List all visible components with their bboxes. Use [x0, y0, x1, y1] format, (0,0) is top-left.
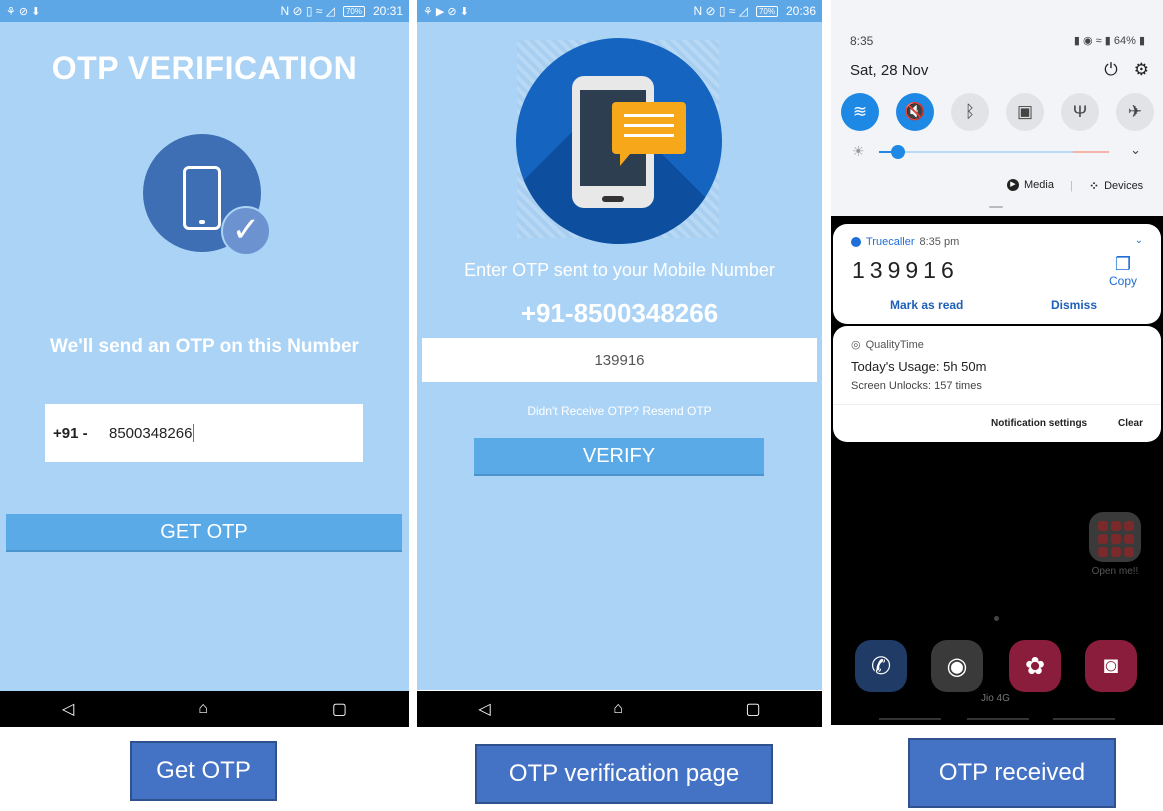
gallery-app-icon[interactable]: ✿ — [1009, 640, 1061, 692]
usage-text: Today's Usage: 5h 50m — [851, 359, 987, 374]
phone-number-value: 8500348266 — [109, 424, 193, 442]
truecaller-icon — [851, 237, 861, 247]
status-right-icons: N ⊘ ▯ ≈ ◿ — [693, 4, 748, 18]
flashlight-toggle-icon[interactable]: Ψ — [1061, 93, 1099, 131]
status-bar: ⚘ ⊘ ⬇ N ⊘ ▯ ≈ ◿ 70% 20:31 — [0, 0, 409, 22]
carrier-label: Jio 4G — [981, 693, 1010, 704]
mute-toggle-icon[interactable]: 🔇 — [896, 93, 934, 131]
instruction-text: We'll send an OTP on this Number — [50, 336, 359, 357]
checkmark-icon: ✓ — [221, 206, 271, 256]
camera-app-icon[interactable]: ◙ — [1085, 640, 1137, 692]
qualitytime-icon: ◎ — [851, 339, 861, 351]
app-folder-icon[interactable] — [1089, 512, 1141, 562]
status-right-icons: N ⊘ ▯ ≈ ◿ — [280, 4, 335, 18]
caption-otp-verification: OTP verification page — [475, 744, 773, 804]
smartphone-icon — [183, 166, 221, 230]
phone-number-input[interactable]: +91 - 8500348266 — [45, 404, 363, 462]
devices-label: Devices — [1104, 180, 1144, 192]
otp-verification-screen: ⚘ ▶ ⊘ ⬇ N ⊘ ▯ ≈ ◿ 70% 20:36 Enter OTP se… — [417, 0, 822, 727]
phone-app-icon[interactable]: ✆ — [855, 640, 907, 692]
clear-button[interactable]: Clear — [1118, 418, 1143, 429]
divider — [833, 404, 1161, 405]
page-title: OTP VERIFICATION — [51, 50, 358, 86]
power-icon[interactable]: ⏻ — [1104, 60, 1117, 80]
nav-bar: ◁ ⌂ ▢ — [0, 691, 409, 727]
otp-input[interactable]: 139916 — [422, 338, 817, 382]
gesture-bar — [967, 718, 1029, 720]
bluetooth-toggle-icon[interactable]: ᛒ — [951, 93, 989, 131]
quick-settings-panel: 8:35 ▮ ◉ ≈ ▮ 64% ▮ Sat, 28 Nov ⏻ ⚙ ≋ 🔇 ᛒ… — [831, 0, 1163, 216]
page-indicator — [994, 616, 999, 621]
truecaller-notification[interactable]: Truecaller 8:35 pm ⌄ 139916 ❐ Copy Mark … — [833, 224, 1161, 324]
home-icon[interactable]: ⌂ — [198, 700, 208, 718]
battery-icon: 70% — [342, 5, 365, 17]
status-time: 20:36 — [785, 4, 816, 18]
drag-handle[interactable] — [989, 206, 1003, 208]
nav-bar: ◁ ⌂ ▢ — [417, 691, 822, 727]
verify-button[interactable]: VERIFY — [474, 438, 764, 476]
copy-icon: ❐ — [1114, 254, 1132, 274]
qualitytime-notification[interactable]: ◎ QualityTime Today's Usage: 5h 50m Scre… — [833, 326, 1161, 442]
notification-time: 8:35 pm — [919, 236, 960, 248]
notification-app-name: QualityTime — [865, 338, 924, 351]
status-left-icons: ⚘ ⊘ ⬇ — [6, 5, 41, 18]
unlocks-text: Screen Unlocks: 157 times — [851, 380, 982, 392]
chevron-down-icon[interactable]: ⌄ — [1135, 235, 1143, 246]
instruction-text: Enter OTP sent to your Mobile Number — [464, 260, 775, 280]
back-icon[interactable]: ◁ — [62, 699, 74, 719]
play-icon: ▶ — [1007, 179, 1019, 191]
status-bar: ⚘ ▶ ⊘ ⬇ N ⊘ ▯ ≈ ◿ 70% 20:36 — [417, 0, 822, 22]
separator: | — [1070, 180, 1073, 192]
home-icon[interactable]: ⌂ — [613, 700, 623, 718]
message-bubble-icon — [612, 102, 686, 166]
battery-percent: 64% — [1113, 35, 1136, 47]
battery-icon: 70% — [755, 5, 778, 17]
chevron-down-icon[interactable]: ⌄ — [1130, 142, 1141, 158]
airplane-toggle-icon[interactable]: ✈ — [1116, 93, 1154, 131]
mark-as-read-button[interactable]: Mark as read — [890, 298, 963, 312]
text-cursor — [193, 424, 195, 442]
copy-button[interactable]: ❐ Copy — [1109, 254, 1137, 288]
gesture-bar — [879, 718, 941, 720]
status-time: 8:35 — [850, 34, 874, 48]
folder-label: Open me!! — [1091, 566, 1139, 577]
devices-grid-icon: ⁘ — [1089, 179, 1100, 193]
media-button[interactable]: ▶ Media — [1007, 179, 1054, 191]
country-code: +91 - — [53, 424, 88, 442]
devices-button[interactable]: ⁘ Devices — [1089, 179, 1143, 193]
notification-settings-button[interactable]: Notification settings — [991, 418, 1087, 429]
status-time: 20:31 — [372, 4, 403, 18]
rotate-toggle-icon[interactable]: ▣ — [1006, 93, 1044, 131]
gear-icon[interactable]: ⚙ — [1134, 60, 1149, 80]
phone-number-display: +91-8500348266 — [520, 298, 719, 328]
date: Sat, 28 Nov — [850, 62, 929, 79]
caption-get-otp: Get OTP — [130, 741, 277, 801]
otp-code: 139916 — [852, 257, 959, 283]
status-left-icons: ⚘ ▶ ⊘ ⬇ — [423, 5, 469, 18]
notification-app-name: Truecaller — [866, 236, 915, 248]
gesture-bar — [1053, 718, 1115, 720]
get-otp-button[interactable]: GET OTP — [6, 514, 402, 552]
wifi-toggle-icon[interactable]: ≋ — [841, 93, 879, 131]
status-right: ▮ ◉ ≈ ▮ 64% ▮ — [1073, 35, 1145, 47]
media-label: Media — [1024, 179, 1054, 191]
recents-icon[interactable]: ▢ — [332, 699, 347, 719]
brightness-slider[interactable] — [879, 145, 1109, 159]
dismiss-button[interactable]: Dismiss — [1051, 298, 1097, 312]
resend-otp-link[interactable]: Didn't Receive OTP? Resend OTP — [417, 404, 822, 418]
copy-label: Copy — [1108, 274, 1137, 288]
recents-icon[interactable]: ▢ — [746, 699, 761, 719]
chrome-app-icon[interactable]: ◉ — [931, 640, 983, 692]
caption-otp-received: OTP received — [908, 738, 1116, 808]
back-icon[interactable]: ◁ — [478, 699, 490, 719]
notification-shade-screen: 8:35 ▮ ◉ ≈ ▮ 64% ▮ Sat, 28 Nov ⏻ ⚙ ≋ 🔇 ᛒ… — [831, 0, 1163, 725]
brightness-icon: ☀ — [852, 143, 865, 159]
get-otp-screen: ⚘ ⊘ ⬇ N ⊘ ▯ ≈ ◿ 70% 20:31 OTP VERIFICATI… — [0, 0, 409, 727]
